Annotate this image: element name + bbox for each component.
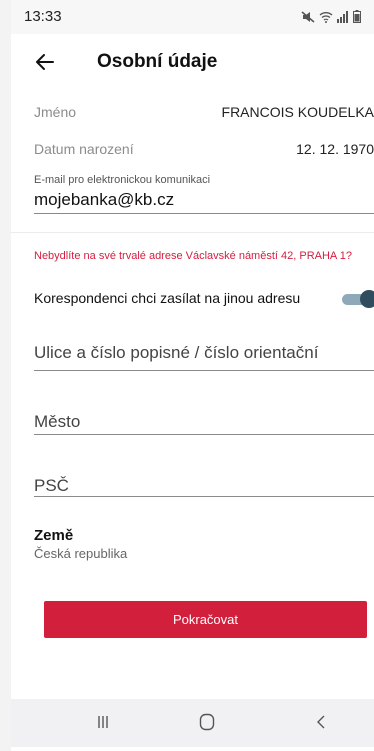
correspondence-toggle-label: Korespondenci chci zasílat na jinou adre… [34,290,301,306]
country-value[interactable]: Česká republika [34,546,127,561]
back-icon[interactable] [306,710,336,734]
street-input[interactable]: Ulice a číslo popisné / číslo orientační [34,343,374,373]
street-placeholder: Ulice a číslo popisné / číslo orientační [34,343,319,362]
birth-date-row: Datum narození 12. 12. 1970 [34,141,374,157]
section-divider [11,232,374,233]
toggle-thumb [360,290,374,308]
recents-icon[interactable] [88,710,118,734]
email-label: E-mail pro elektronickou komunikaci [34,174,211,186]
name-row: Jméno FRANCOIS KOUDELKA [34,104,374,120]
zip-input[interactable]: PSČ [34,476,374,506]
name-label: Jméno [34,104,77,120]
status-icons [301,10,361,23]
country-label: Země [34,527,74,544]
status-bar: 13:33 [11,0,374,34]
app-bar: Osobní údaje [11,42,374,82]
birth-date-label: Datum narození [34,141,134,157]
signal-icon [337,10,349,23]
page-title: Osobní údaje [97,51,218,72]
email-field[interactable]: mojebanka@kb.cz [34,190,174,210]
birth-date-value: 12. 12. 1970 [296,141,374,157]
continue-button[interactable]: Pokračovat [44,601,367,638]
battery-icon [353,10,361,23]
city-input[interactable]: Město [34,412,374,442]
arrow-left-icon[interactable] [33,50,57,74]
zip-placeholder: PSČ [34,476,69,495]
home-icon[interactable] [192,710,222,734]
status-time: 13:33 [24,8,62,25]
wifi-icon [319,11,333,23]
city-placeholder: Město [34,412,81,431]
correspondence-toggle[interactable] [338,290,374,308]
zip-underline [34,496,374,497]
app-screen: 13:33 Osobní údaje Jméno FRANCOIS KOUDEL… [11,0,374,751]
email-underline [34,213,374,214]
mute-icon [301,10,315,23]
address-warning: Nebydlíte na své trvalé adrese Václavské… [34,250,352,262]
street-underline [34,370,374,371]
name-value: FRANCOIS KOUDELKA [221,104,374,120]
system-nav-bar [11,699,374,747]
city-underline [34,434,374,435]
